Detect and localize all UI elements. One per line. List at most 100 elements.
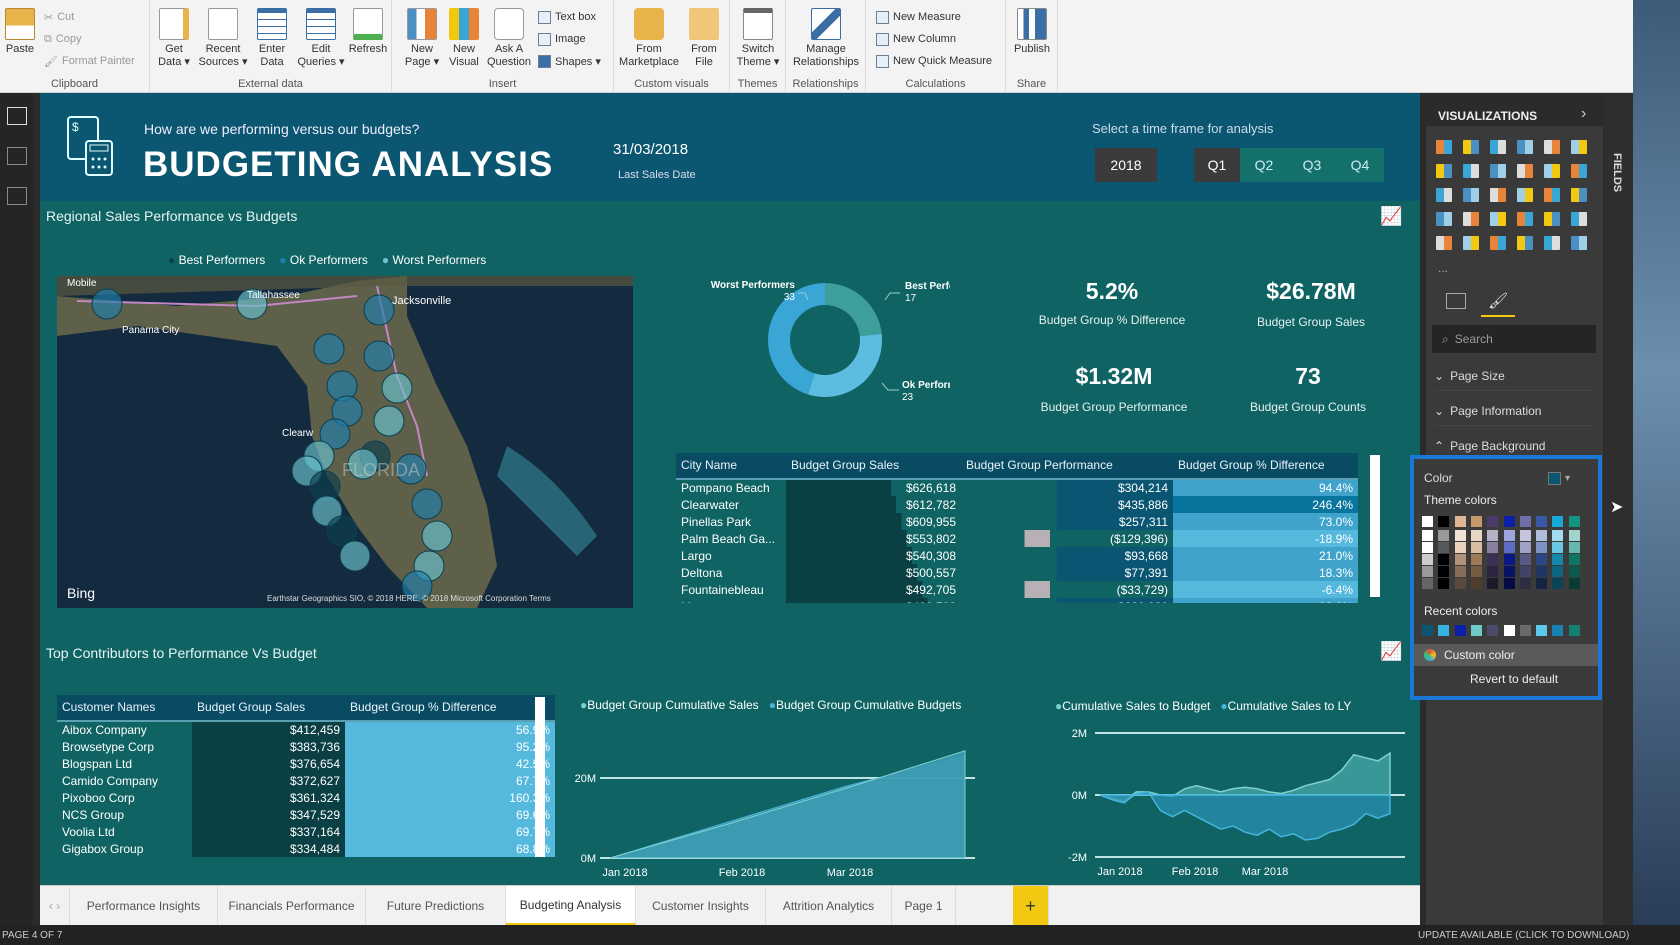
city-table-row[interactable]: Margate$480,702$220,02083.2% [676,598,1358,603]
theme-color-shade[interactable] [1422,566,1433,577]
analytics-chart-icon[interactable]: 📈 [1380,206,1402,227]
from-marketplace-button[interactable]: From Marketplace [618,8,680,69]
visual-type-icon[interactable] [1571,236,1587,250]
new-column-button[interactable]: New Column [876,30,956,48]
city-table-row[interactable]: Clearwater $612,782 $435,886 246.4% [676,496,1358,513]
visual-type-icon[interactable] [1517,140,1533,154]
theme-color-shade[interactable] [1552,554,1564,565]
recent-color-swatch[interactable] [1568,625,1580,636]
col-customer-sales[interactable]: Budget Group Sales [192,695,345,722]
theme-color-shade[interactable] [1552,530,1564,541]
recent-color-swatch[interactable] [1438,625,1450,636]
theme-color-shade[interactable] [1454,578,1466,589]
theme-color-shade[interactable] [1519,530,1531,541]
theme-color-shade[interactable] [1536,566,1548,577]
cumulative-variance-chart[interactable]: 2M 0M -2M Jan 2018 Feb 2018 Mar 2018 [1050,715,1415,880]
col-customer-names[interactable]: Customer Names [57,695,192,722]
get-data-button[interactable]: Get Data ▾ [154,8,194,69]
visual-type-icon[interactable] [1517,212,1533,226]
theme-color-shade[interactable] [1552,566,1564,577]
section-page-information[interactable]: ⌄ Page Information [1434,396,1594,426]
theme-color-shade[interactable] [1536,530,1548,541]
new-quick-measure-button[interactable]: New Quick Measure [876,52,992,70]
theme-color-shade[interactable] [1568,578,1580,589]
quarter-q3[interactable]: Q3 [1288,148,1336,182]
visual-type-icon[interactable] [1571,164,1587,178]
visual-type-icon[interactable] [1463,212,1479,226]
theme-color-shade[interactable] [1422,578,1433,589]
theme-color-swatch[interactable] [1470,516,1482,527]
theme-color-shade[interactable] [1438,554,1450,565]
visual-type-icon[interactable] [1436,212,1452,226]
city-table-row[interactable]: Deltona $500,557 $77,391 18.3% [676,564,1358,581]
visual-type-icon[interactable] [1571,212,1587,226]
theme-color-shade[interactable] [1470,554,1482,565]
customer-table-row[interactable]: Gigabox Group $334,484 68.8% [57,840,555,857]
customer-table-row[interactable]: Pixoboo Corp $361,324 160.3% [57,789,555,806]
analytics-chart-icon[interactable]: 📈 [1380,641,1402,662]
more-visuals-button[interactable]: ... [1438,261,1448,275]
model-view-icon[interactable] [7,187,27,205]
cumulative-sales-chart[interactable]: 0M 20M Jan 2018 Feb 2018 Mar 2018 [570,718,1050,878]
add-page-button[interactable]: + [1013,886,1049,926]
cut-button[interactable]: ✂ Cut [44,8,74,26]
visual-type-icon[interactable] [1544,164,1560,178]
theme-color-shade[interactable] [1568,530,1580,541]
visual-type-icon[interactable] [1571,140,1587,154]
visual-type-icon[interactable] [1436,188,1452,202]
customer-table-row[interactable]: Aibox Company $412,459 56.9% [57,721,555,738]
visual-type-icon[interactable] [1544,212,1560,226]
collapse-chevron-icon[interactable]: › [1581,105,1586,123]
switch-theme-button[interactable]: Switch Theme ▾ [736,8,780,69]
theme-color-shade[interactable] [1536,542,1548,553]
city-table-row[interactable]: Fountainebleau $492,705 ($33,729) -6.4% [676,581,1358,598]
performers-donut-chart[interactable]: Worst Performers 33 Best Performers 17 O… [680,268,950,418]
theme-color-shade[interactable] [1454,554,1466,565]
theme-color-shade[interactable] [1438,530,1450,541]
customer-table-row[interactable]: NCS Group $347,529 69.6% [57,806,555,823]
visual-type-icon[interactable] [1436,236,1452,250]
tab-customer-insights[interactable]: Customer Insights [636,886,766,926]
theme-color-shade[interactable] [1422,554,1433,565]
theme-color-shade[interactable] [1487,530,1499,541]
visual-type-icon[interactable] [1490,212,1506,226]
new-visual-button[interactable]: New Visual [444,8,484,69]
text-box-button[interactable]: Text box [538,8,596,26]
recent-color-swatch[interactable] [1552,625,1564,636]
visual-type-icon[interactable] [1544,188,1560,202]
year-slicer-2018[interactable]: 2018 [1095,148,1157,182]
theme-color-swatch[interactable] [1422,516,1433,527]
theme-color-shade[interactable] [1487,542,1499,553]
visual-type-icon[interactable] [1490,188,1506,202]
fields-well-icon[interactable] [1446,293,1466,309]
theme-color-swatch[interactable] [1487,516,1499,527]
tab-attrition-analytics[interactable]: Attrition Analytics [766,886,892,926]
theme-color-shade[interactable] [1454,542,1466,553]
theme-color-shade[interactable] [1552,578,1564,589]
visual-type-icon[interactable] [1463,188,1479,202]
copy-button[interactable]: ⧉ Copy [44,30,82,48]
theme-color-shade[interactable] [1519,566,1531,577]
theme-color-swatch[interactable] [1438,516,1450,527]
customer-table-scrollbar[interactable] [535,697,545,857]
city-table-row[interactable]: Largo $540,308 $93,668 21.0% [676,547,1358,564]
quarter-q2[interactable]: Q2 [1240,148,1288,182]
theme-color-swatch[interactable] [1536,516,1548,527]
col-budget-performance[interactable]: Budget Group Performance [961,453,1173,480]
theme-color-swatch[interactable] [1568,516,1580,527]
city-table-row[interactable]: Pinellas Park $609,955 $257,311 73.0% [676,513,1358,530]
customer-table-row[interactable]: Blogspan Ltd $376,654 42.5% [57,755,555,772]
customer-table-row[interactable]: Camido Company $372,627 67.7% [57,772,555,789]
visual-type-icon[interactable] [1571,188,1587,202]
visual-type-icon[interactable] [1463,164,1479,178]
city-table[interactable]: City Name Budget Group Sales Budget Grou… [676,453,1358,603]
theme-color-shade[interactable] [1470,542,1482,553]
new-measure-button[interactable]: New Measure [876,8,961,26]
quarter-q1[interactable]: Q1 [1194,148,1240,182]
edit-queries-button[interactable]: Edit Queries ▾ [296,8,346,69]
ask-question-button[interactable]: Ask A Question [486,8,532,69]
tab-page-1[interactable]: Page 1 [892,886,956,926]
theme-color-shade[interactable] [1422,542,1433,553]
report-view-icon[interactable] [7,107,27,125]
shapes-button[interactable]: Shapes ▾ [538,52,601,70]
